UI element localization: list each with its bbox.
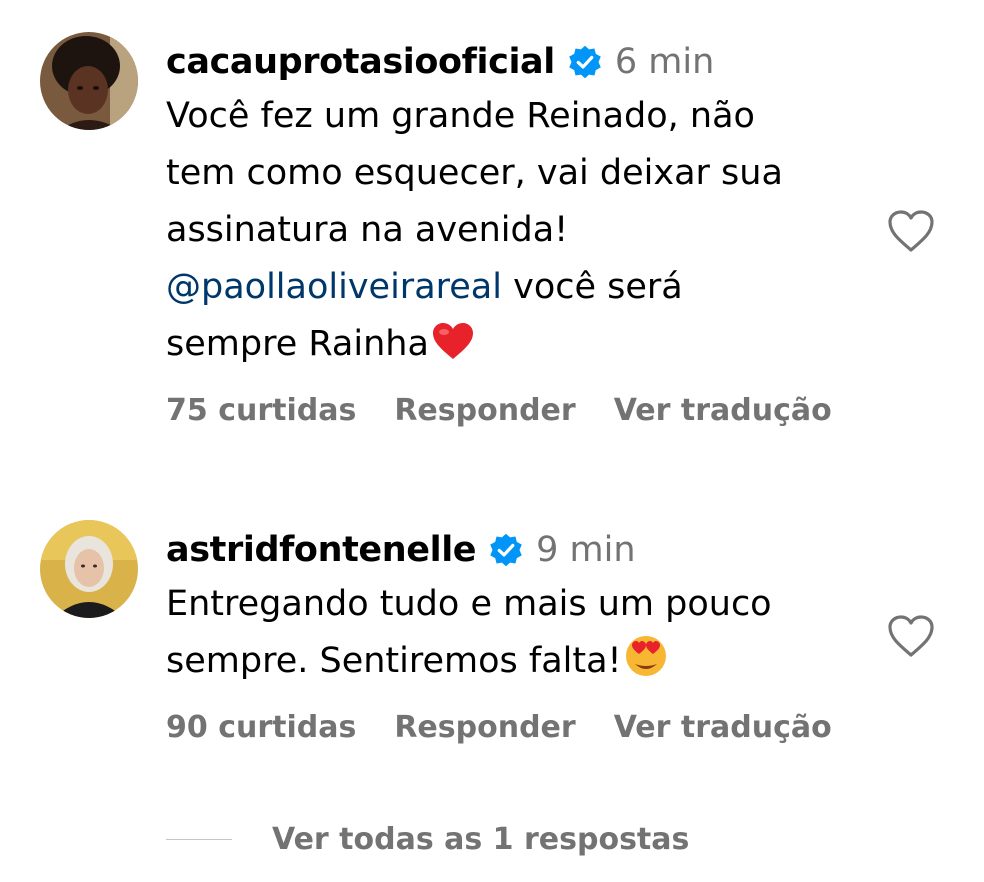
avatar-cacauprotasiooficial[interactable] <box>40 32 138 130</box>
comment-header: cacauprotasiooficial 6 min <box>166 38 856 86</box>
comment-text-line: Entregando tudo e mais um pouco <box>166 584 772 624</box>
username[interactable]: astridfontenelle <box>166 530 477 570</box>
translate-button[interactable]: Ver tradução <box>614 393 832 428</box>
mention-suffix: você será <box>501 267 683 307</box>
comment-text: Entregando tudo e mais um pouco sempre. … <box>166 576 856 696</box>
comment-header: astridfontenelle 9 min <box>166 526 856 574</box>
translate-button[interactable]: Ver tradução <box>614 710 832 745</box>
mention-link[interactable]: @paollaoliveirareal <box>166 267 502 307</box>
verified-badge-icon <box>488 532 524 568</box>
heart-eyes-emoji <box>624 634 668 696</box>
comment-text-line: sempre. Sentiremos falta! <box>166 633 856 696</box>
red-heart-emoji <box>431 321 475 379</box>
comment-last-line: sempre. Sentiremos falta! <box>166 641 622 681</box>
likes-count[interactable]: 75 curtidas <box>166 393 356 428</box>
comment-body: astridfontenelle 9 min Entregando tudo e… <box>166 526 856 745</box>
likes-count[interactable]: 90 curtidas <box>166 710 356 745</box>
comment-text-line: assinatura na avenida! <box>166 210 569 250</box>
comment-last-line: sempre Rainha <box>166 324 429 364</box>
comment-text-line: tem como esquecer, vai deixar sua <box>166 153 783 193</box>
comment-body: cacauprotasiooficial 6 min Você fez um g… <box>166 38 856 428</box>
comment-text-line: Você fez um grande Reinado, não <box>166 96 755 136</box>
username[interactable]: cacauprotasiooficial <box>166 42 555 82</box>
comment-text: Você fez um grande Reinado, não tem como… <box>166 88 856 379</box>
comment-time[interactable]: 9 min <box>536 530 635 570</box>
heart-outline-icon[interactable] <box>886 208 936 258</box>
reply-button[interactable]: Responder <box>394 393 575 428</box>
reply-button[interactable]: Responder <box>394 710 575 745</box>
comment-text-line: @paollaoliveirareal você será <box>166 259 856 316</box>
heart-outline-icon[interactable] <box>886 613 936 663</box>
comment-meta: 75 curtidas Responder Ver tradução <box>166 393 856 428</box>
comment-time[interactable]: 6 min <box>615 42 714 82</box>
replies-divider <box>166 839 232 840</box>
view-replies-label[interactable]: Ver todas as 1 respostas <box>272 822 689 857</box>
comment-text-line: sempre Rainha <box>166 316 856 379</box>
view-replies[interactable]: Ver todas as 1 respostas <box>166 822 689 857</box>
verified-badge-icon <box>567 44 603 80</box>
avatar-astridfontenelle[interactable] <box>40 520 138 618</box>
comment-meta: 90 curtidas Responder Ver tradução <box>166 710 856 745</box>
